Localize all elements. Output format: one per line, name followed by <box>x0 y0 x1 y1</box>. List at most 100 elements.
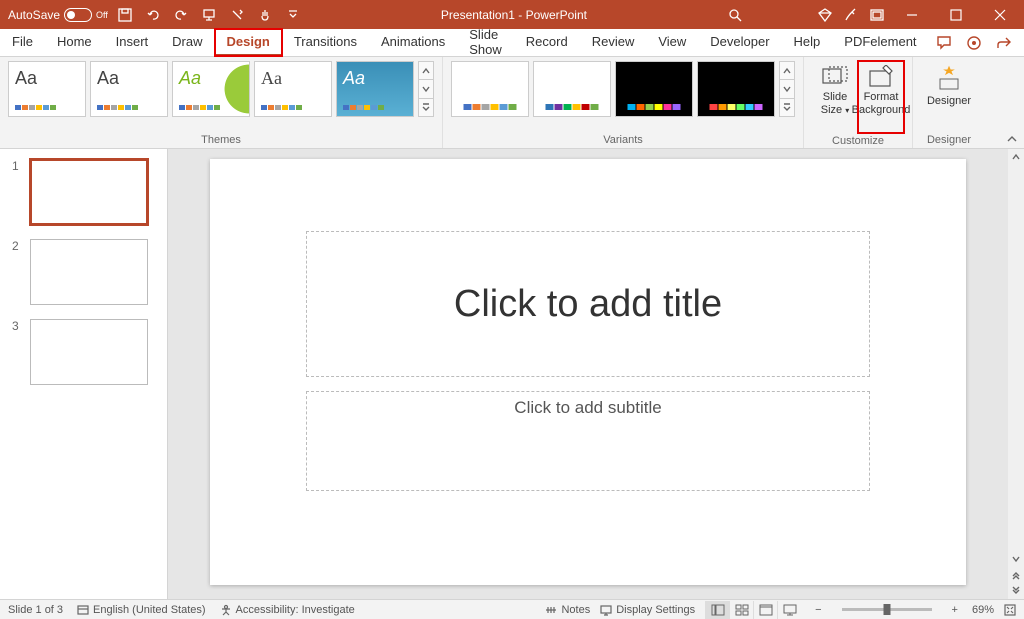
variants-group-label: Variants <box>451 132 795 148</box>
zoom-out-button[interactable]: − <box>811 604 825 616</box>
maximize-button[interactable] <box>936 0 976 29</box>
designer-group-label: Designer <box>921 132 977 148</box>
toggle-pill-icon <box>64 8 92 22</box>
redo-button[interactable] <box>170 4 192 26</box>
scroll-up-icon[interactable] <box>780 62 794 80</box>
autosave-toggle[interactable]: AutoSave Off <box>8 8 108 22</box>
theme-thumb[interactable]: Aa <box>254 61 332 117</box>
thumbnail-item[interactable]: 3 <box>12 319 155 385</box>
theme-thumb[interactable]: Aa <box>172 61 250 117</box>
next-slide-button[interactable] <box>1008 583 1024 599</box>
autosave-label: AutoSave <box>8 8 60 22</box>
tab-review[interactable]: Review <box>580 29 647 56</box>
notes-button[interactable]: Notes <box>545 604 590 616</box>
slide-indicator[interactable]: Slide 1 of 3 <box>8 604 63 616</box>
theme-office[interactable]: Aa <box>8 61 86 117</box>
slide-canvas-area: Click to add title Click to add subtitle <box>168 149 1008 599</box>
customize-group-label: Customize <box>812 133 904 149</box>
window-layout-icon[interactable] <box>866 4 888 26</box>
variant-thumb[interactable] <box>451 61 529 117</box>
vertical-scrollbar[interactable] <box>1008 149 1024 599</box>
tab-record[interactable]: Record <box>514 29 580 56</box>
thumbnail-item[interactable]: 2 <box>12 239 155 305</box>
zoom-in-button[interactable]: + <box>948 604 962 616</box>
tab-home[interactable]: Home <box>45 29 104 56</box>
view-buttons <box>705 601 801 619</box>
thumbnail-number: 2 <box>12 239 22 305</box>
tab-insert[interactable]: Insert <box>104 29 161 56</box>
tab-pdfelement[interactable]: PDFelement <box>832 29 928 56</box>
title-placeholder[interactable]: Click to add title <box>306 231 870 377</box>
scroll-up-icon[interactable] <box>419 62 433 80</box>
tab-slide-show[interactable]: Slide Show <box>457 29 514 56</box>
diamond-icon[interactable] <box>814 4 836 26</box>
scroll-up-button[interactable] <box>1008 149 1024 165</box>
format-background-button[interactable]: Format Background <box>858 61 904 133</box>
minimize-button[interactable] <box>892 0 932 29</box>
subtitle-placeholder[interactable]: Click to add subtitle <box>306 391 870 491</box>
tab-transitions[interactable]: Transitions <box>282 29 369 56</box>
prev-slide-button[interactable] <box>1008 567 1024 583</box>
variants-gallery-scroll[interactable] <box>779 61 795 117</box>
zoom-level[interactable]: 69% <box>972 604 994 616</box>
theme-thumb[interactable]: Aa <box>90 61 168 117</box>
tab-help[interactable]: Help <box>782 29 833 56</box>
brush-icon[interactable] <box>840 4 862 26</box>
gallery-expand-icon[interactable] <box>419 99 433 116</box>
search-button[interactable] <box>724 4 746 26</box>
thumbnail-slide[interactable] <box>30 239 148 305</box>
reading-view-button[interactable] <box>753 601 777 619</box>
zoom-slider[interactable] <box>842 608 932 611</box>
themes-gallery: Aa Aa Aa Aa Aa <box>8 61 434 117</box>
thumbnail-slide[interactable] <box>30 319 148 385</box>
record-button[interactable] <box>959 29 989 57</box>
collapse-ribbon-button[interactable] <box>1006 132 1018 150</box>
tab-design[interactable]: Design <box>215 29 282 56</box>
tab-view[interactable]: View <box>646 29 698 56</box>
autosave-state: Off <box>96 10 108 20</box>
theme-thumb[interactable]: Aa <box>336 61 414 117</box>
slide-size-label: Slide Size ▾ <box>821 91 849 117</box>
scroll-down-button[interactable] <box>1008 551 1024 567</box>
start-from-beginning-button[interactable] <box>198 4 220 26</box>
close-button[interactable] <box>980 0 1020 29</box>
variants-gallery <box>451 61 795 117</box>
slide-thumbnails-panel: 1 2 3 <box>0 149 168 599</box>
scroll-down-icon[interactable] <box>419 80 433 98</box>
themes-gallery-scroll[interactable] <box>418 61 434 117</box>
fit-to-window-button[interactable] <box>1004 604 1016 616</box>
comments-button[interactable] <box>929 29 959 57</box>
variant-thumb[interactable] <box>615 61 693 117</box>
designer-label: Designer <box>927 95 971 107</box>
designer-button[interactable]: Designer <box>921 61 977 107</box>
tab-draw[interactable]: Draw <box>160 29 214 56</box>
variant-thumb[interactable] <box>697 61 775 117</box>
account-button[interactable] <box>1019 29 1024 57</box>
window-title: Presentation1 - PowerPoint <box>304 8 724 22</box>
slideshow-view-button[interactable] <box>777 601 801 619</box>
main-area: 1 2 3 Click to add title Click to add subt… <box>0 149 1024 599</box>
quick-access-button[interactable] <box>226 4 248 26</box>
tab-file[interactable]: File <box>0 29 45 56</box>
slide-canvas[interactable]: Click to add title Click to add subtitle <box>210 159 966 585</box>
gallery-expand-icon[interactable] <box>780 99 794 116</box>
undo-button[interactable] <box>142 4 164 26</box>
tab-developer[interactable]: Developer <box>698 29 781 56</box>
variant-thumb[interactable] <box>533 61 611 117</box>
thumbnail-slide[interactable] <box>30 159 148 225</box>
share-button[interactable] <box>989 29 1019 57</box>
ribbon-design: Aa Aa Aa Aa Aa Themes Variants <box>0 57 1024 149</box>
normal-view-button[interactable] <box>705 601 729 619</box>
thumbnail-number: 1 <box>12 159 22 225</box>
qat-dropdown[interactable] <box>282 4 304 26</box>
scrollbar-track[interactable] <box>1008 165 1024 551</box>
tab-animations[interactable]: Animations <box>369 29 457 56</box>
touch-mode-button[interactable] <box>254 4 276 26</box>
thumbnail-item[interactable]: 1 <box>12 159 155 225</box>
scroll-down-icon[interactable] <box>780 80 794 98</box>
accessibility-indicator[interactable]: Accessibility: Investigate <box>220 604 355 616</box>
save-button[interactable] <box>114 4 136 26</box>
slide-sorter-view-button[interactable] <box>729 601 753 619</box>
language-indicator[interactable]: English (United States) <box>77 604 206 616</box>
display-settings-button[interactable]: Display Settings <box>600 604 695 616</box>
